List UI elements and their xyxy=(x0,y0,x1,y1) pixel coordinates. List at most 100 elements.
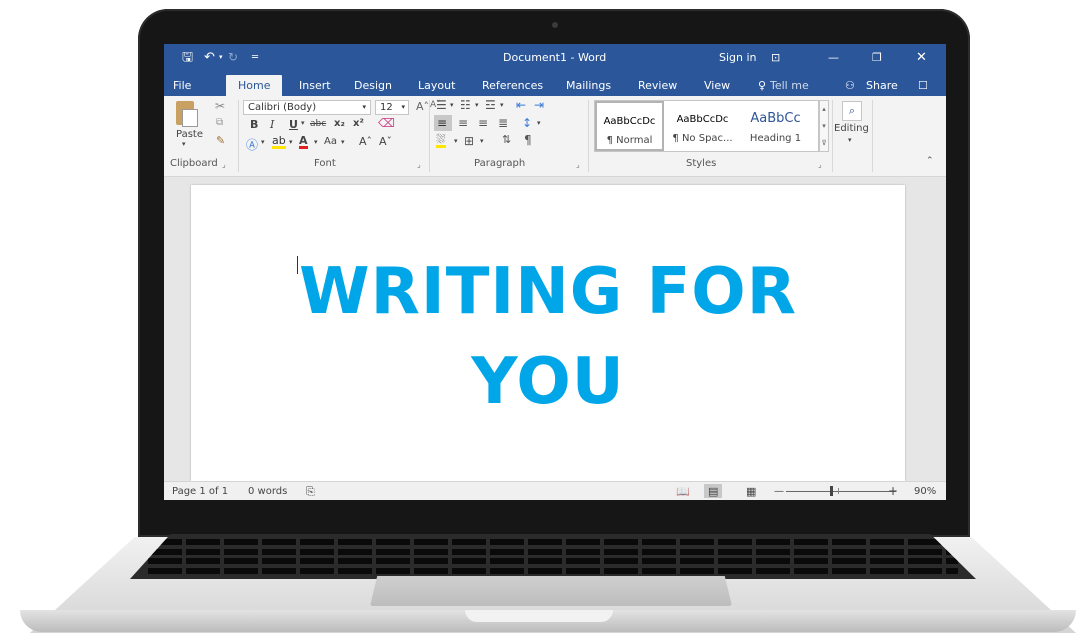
page-count[interactable]: Page 1 of 1 xyxy=(172,482,228,500)
subscript-button[interactable]: x₂ xyxy=(334,118,345,129)
italic-button[interactable]: I xyxy=(270,118,274,131)
highlight-dropdown-icon[interactable]: ▾ xyxy=(289,138,293,146)
font-size-dropdown-icon[interactable]: ▾ xyxy=(401,101,405,114)
borders-icon[interactable]: ⊞ xyxy=(464,134,474,148)
strikethrough-button[interactable]: abc xyxy=(310,119,326,129)
numbering-dropdown-icon[interactable]: ▾ xyxy=(475,101,479,109)
share-button[interactable]: Share xyxy=(866,75,898,96)
underline-dropdown-icon[interactable]: ▾ xyxy=(301,119,305,127)
paste-dropdown-icon[interactable]: ▾ xyxy=(182,140,186,148)
editing-dropdown-icon[interactable]: ▾ xyxy=(848,136,852,144)
paste-icon[interactable] xyxy=(176,101,198,127)
text-effects-dropdown-icon[interactable]: ▾ xyxy=(261,138,265,146)
multilevel-dropdown-icon[interactable]: ▾ xyxy=(500,101,504,109)
superscript-button[interactable]: x² xyxy=(353,118,364,129)
font-size-box[interactable]: 12 ▾ xyxy=(375,100,409,115)
clear-formatting-icon[interactable]: ⌫ xyxy=(378,116,395,130)
shading-dropdown-icon[interactable]: ▾ xyxy=(454,137,458,145)
collapse-ribbon-icon[interactable]: ⌃ xyxy=(926,156,934,166)
proofing-icon[interactable]: ⎘ xyxy=(306,482,315,500)
style-heading-1[interactable]: AaBbCc Heading 1 xyxy=(741,101,810,151)
align-center-icon[interactable]: ≡ xyxy=(458,116,468,130)
font-color-icon[interactable]: A xyxy=(299,135,308,149)
show-marks-icon[interactable]: ¶ xyxy=(524,133,532,147)
line-spacing-dropdown-icon[interactable]: ▾ xyxy=(537,119,541,127)
tab-layout[interactable]: Layout xyxy=(418,75,455,96)
zoom-level[interactable]: 90% xyxy=(914,482,936,500)
bullets-icon[interactable]: ☰ xyxy=(436,98,447,112)
styles-more-icon[interactable]: ⊽ xyxy=(820,135,828,152)
laptop-notch xyxy=(465,610,613,622)
font-launcher-icon[interactable]: ⌟ xyxy=(417,160,421,169)
zoom-slider[interactable] xyxy=(786,491,896,492)
underline-button[interactable]: U xyxy=(289,118,298,131)
tab-design[interactable]: Design xyxy=(354,75,392,96)
redo-icon[interactable]: ↻ xyxy=(228,44,238,71)
styles-scroll-up-icon[interactable]: ▴ xyxy=(820,101,828,118)
ribbon-home: Paste ▾ ✂ ⧉ ✎ Clipboard ⌟ Calibri (Body)… xyxy=(164,96,946,177)
customize-toolbar-icon[interactable]: ═ xyxy=(252,44,258,71)
text-effects-icon[interactable]: Ⓐ xyxy=(246,136,258,153)
undo-icon[interactable]: ↶ xyxy=(204,44,215,71)
tab-review[interactable]: Review xyxy=(638,75,677,96)
align-right-icon[interactable]: ≡ xyxy=(478,116,488,130)
decrease-indent-icon[interactable]: ⇤ xyxy=(516,98,526,112)
document-page[interactable]: WRITING FOR YOU xyxy=(191,185,905,481)
change-case-button[interactable]: Aa xyxy=(324,136,337,147)
save-icon[interactable]: 🖫 xyxy=(182,44,193,71)
tab-view[interactable]: View xyxy=(704,75,730,96)
grow-font-icon[interactable]: A˄ xyxy=(416,100,429,113)
minimize-icon[interactable]: — xyxy=(828,44,839,71)
font-color-dropdown-icon[interactable]: ▾ xyxy=(314,138,318,146)
bold-button[interactable]: B xyxy=(250,118,258,131)
bullets-dropdown-icon[interactable]: ▾ xyxy=(450,101,454,109)
web-layout-icon[interactable]: ▦ xyxy=(746,482,756,500)
styles-scroll-down-icon[interactable]: ▾ xyxy=(820,118,828,135)
tab-references[interactable]: References xyxy=(482,75,543,96)
zoom-in-button[interactable]: + xyxy=(888,482,898,500)
shrink-font-alt-icon[interactable]: Aˇ xyxy=(379,135,392,148)
borders-dropdown-icon[interactable]: ▾ xyxy=(480,137,484,145)
tab-file[interactable]: File xyxy=(173,75,191,96)
sort-icon[interactable]: ⇅ xyxy=(502,133,511,146)
copy-icon[interactable]: ⧉ xyxy=(216,117,223,128)
print-layout-icon[interactable]: ▤ xyxy=(708,482,718,500)
ribbon-display-options-icon[interactable]: ⊡ xyxy=(771,44,780,71)
format-painter-icon[interactable]: ✎ xyxy=(216,134,225,147)
shading-icon[interactable]: ⛆ xyxy=(436,133,446,148)
cut-icon[interactable]: ✂ xyxy=(215,99,225,113)
styles-launcher-icon[interactable]: ⌟ xyxy=(818,160,822,169)
tab-insert[interactable]: Insert xyxy=(299,75,331,96)
line-spacing-icon[interactable]: ↕ xyxy=(522,116,532,130)
comments-icon[interactable]: ☐ xyxy=(918,75,928,96)
numbering-icon[interactable]: ☷ xyxy=(460,98,471,112)
sign-in-link[interactable]: Sign in xyxy=(719,44,757,71)
restore-icon[interactable]: ❐ xyxy=(872,44,882,71)
search-icon[interactable]: ⌕ xyxy=(842,101,862,121)
change-case-dropdown-icon[interactable]: ▾ xyxy=(341,138,345,146)
style-no-spacing[interactable]: AaBbCcDc ¶ No Spac... xyxy=(668,101,737,151)
paste-button-label[interactable]: Paste xyxy=(176,129,203,140)
undo-dropdown-icon[interactable]: ▾ xyxy=(219,44,223,71)
styles-scroll[interactable]: ▴ ▾ ⊽ xyxy=(819,100,829,152)
word-count[interactable]: 0 words xyxy=(248,482,287,500)
justify-icon[interactable]: ≣ xyxy=(498,116,508,130)
font-name-dropdown-icon[interactable]: ▾ xyxy=(362,101,366,114)
style-normal[interactable]: AaBbCcDc ¶ Normal xyxy=(595,101,664,151)
increase-indent-icon[interactable]: ⇥ xyxy=(534,98,544,112)
zoom-out-button[interactable]: — xyxy=(774,482,784,500)
grow-font-alt-icon[interactable]: Aˆ xyxy=(359,135,372,148)
font-name-box[interactable]: Calibri (Body) ▾ xyxy=(243,100,371,115)
tab-mailings[interactable]: Mailings xyxy=(566,75,611,96)
align-left-icon[interactable]: ≡ xyxy=(437,116,447,130)
editing-button[interactable]: Editing xyxy=(834,123,869,134)
multilevel-list-icon[interactable]: ☲ xyxy=(485,98,496,112)
highlight-color-icon[interactable]: ab xyxy=(272,135,286,149)
read-mode-icon[interactable]: 📖 xyxy=(676,482,690,500)
tell-me-search[interactable]: Tell me xyxy=(770,75,809,96)
close-icon[interactable]: ✕ xyxy=(916,44,927,71)
paragraph-launcher-icon[interactable]: ⌟ xyxy=(576,160,580,169)
clipboard-launcher-icon[interactable]: ⌟ xyxy=(222,160,226,169)
zoom-slider-thumb[interactable] xyxy=(830,486,833,496)
tab-home[interactable]: Home xyxy=(226,75,283,96)
